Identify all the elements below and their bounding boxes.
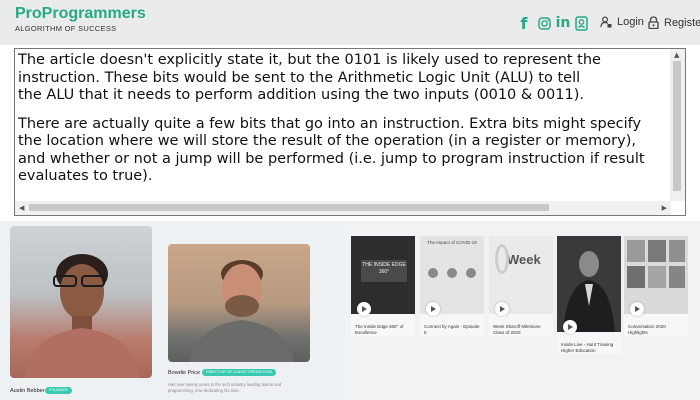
article-line: the ALU that it needs to perform additio… xyxy=(18,87,584,103)
scroll-right-arrow-icon[interactable]: ▶ xyxy=(662,204,667,212)
person-name: Austin Bebber xyxy=(10,388,45,394)
person-photo xyxy=(10,226,152,378)
video-card[interactable]: Inside Live - Hunt Training Higher Educa… xyxy=(557,236,621,354)
play-icon[interactable] xyxy=(426,302,440,316)
horizontal-scroll-thumb[interactable] xyxy=(29,204,549,211)
video-title: Week Sharoff Milestone Class of 2020 xyxy=(493,324,541,335)
scroll-left-arrow-icon[interactable]: ◀ xyxy=(19,204,24,212)
register-link[interactable]: Register xyxy=(648,16,700,29)
register-label: Register xyxy=(664,16,700,29)
site-logo[interactable]: ProProgrammers ALGORITHM OF SUCCESS xyxy=(15,5,146,33)
vertical-scrollbar[interactable]: ▲ xyxy=(670,49,685,201)
video-card[interactable]: Conversation 2020 Highlights xyxy=(624,236,688,336)
article-line: The article doesn't explicitly state it,… xyxy=(18,52,601,68)
video-card[interactable]: THE INSIDE EDGE 360° The Inside Edge 360… xyxy=(351,236,415,336)
lock-icon xyxy=(648,16,659,29)
video-title: Connect by Again - Episode 5 xyxy=(424,324,480,335)
article-line: instruction. These bits would be sent to… xyxy=(18,69,581,86)
scroll-up-arrow-icon[interactable]: ▲ xyxy=(674,51,679,59)
video-title: Conversation 2020 Highlights xyxy=(628,324,666,335)
team-section: Austin Bebber FOUNDER Bowdie Price DIREC… xyxy=(0,221,345,400)
thumbnail-text: THE INSIDE EDGE 360° xyxy=(361,260,407,282)
person-role-badge: FOUNDER xyxy=(45,387,72,394)
video-gallery: THE INSIDE EDGE 360° The Inside Edge 360… xyxy=(345,221,700,400)
thumbnail-text: Week xyxy=(507,252,541,267)
article-text: The article doesn't explicitly state it,… xyxy=(18,52,685,186)
login-label: Login xyxy=(617,16,644,28)
article-text-box[interactable]: The article doesn't explicitly state it,… xyxy=(14,48,686,216)
article-line: and whether or not a jump will be perfor… xyxy=(18,150,645,167)
video-title: Inside Live - Hunt Training Higher Educa… xyxy=(561,342,614,353)
vertical-scroll-thumb[interactable] xyxy=(673,61,681,191)
person-role-badge: DIRECTOR OF CLIENT OPERATIONS xyxy=(202,369,277,376)
play-icon[interactable] xyxy=(630,302,644,316)
horizontal-scrollbar[interactable]: ◀ ▶ xyxy=(15,201,671,215)
video-card[interactable]: Week Week Sharoff Milestone Class of 202… xyxy=(489,236,553,336)
logo-title: ProProgrammers xyxy=(15,5,146,22)
person-name: Bowdie Price xyxy=(168,370,201,376)
video-title: The Inside Edge 360° of Excellence xyxy=(355,324,404,335)
thumbnail-text: The Impact of COVID-19 xyxy=(427,240,477,245)
logo-subtitle: ALGORITHM OF SUCCESS xyxy=(15,24,117,33)
video-thumbnail xyxy=(557,236,621,332)
login-link[interactable]: Login xyxy=(600,16,644,28)
linkedin-icon[interactable]: in xyxy=(555,14,571,32)
play-icon[interactable] xyxy=(563,320,577,334)
badge-icon[interactable] xyxy=(573,14,589,32)
video-card[interactable]: The Impact of COVID-19 Connect by Again … xyxy=(420,236,484,336)
person-description: Has over twenty years in the tech indust… xyxy=(168,382,282,393)
play-icon[interactable] xyxy=(357,302,371,316)
article-line: evaluates to true). xyxy=(18,168,153,184)
facebook-icon[interactable]: f xyxy=(518,14,530,33)
site-header: ProProgrammers ALGORITHM OF SUCCESS f in… xyxy=(0,0,700,45)
person-photo xyxy=(168,244,310,362)
article-line: There are actually quite a few bits that… xyxy=(18,115,642,132)
user-lock-icon xyxy=(600,16,612,28)
play-icon[interactable] xyxy=(495,302,509,316)
article-line: the location where we will store the res… xyxy=(18,133,636,149)
instagram-icon[interactable] xyxy=(536,14,552,32)
